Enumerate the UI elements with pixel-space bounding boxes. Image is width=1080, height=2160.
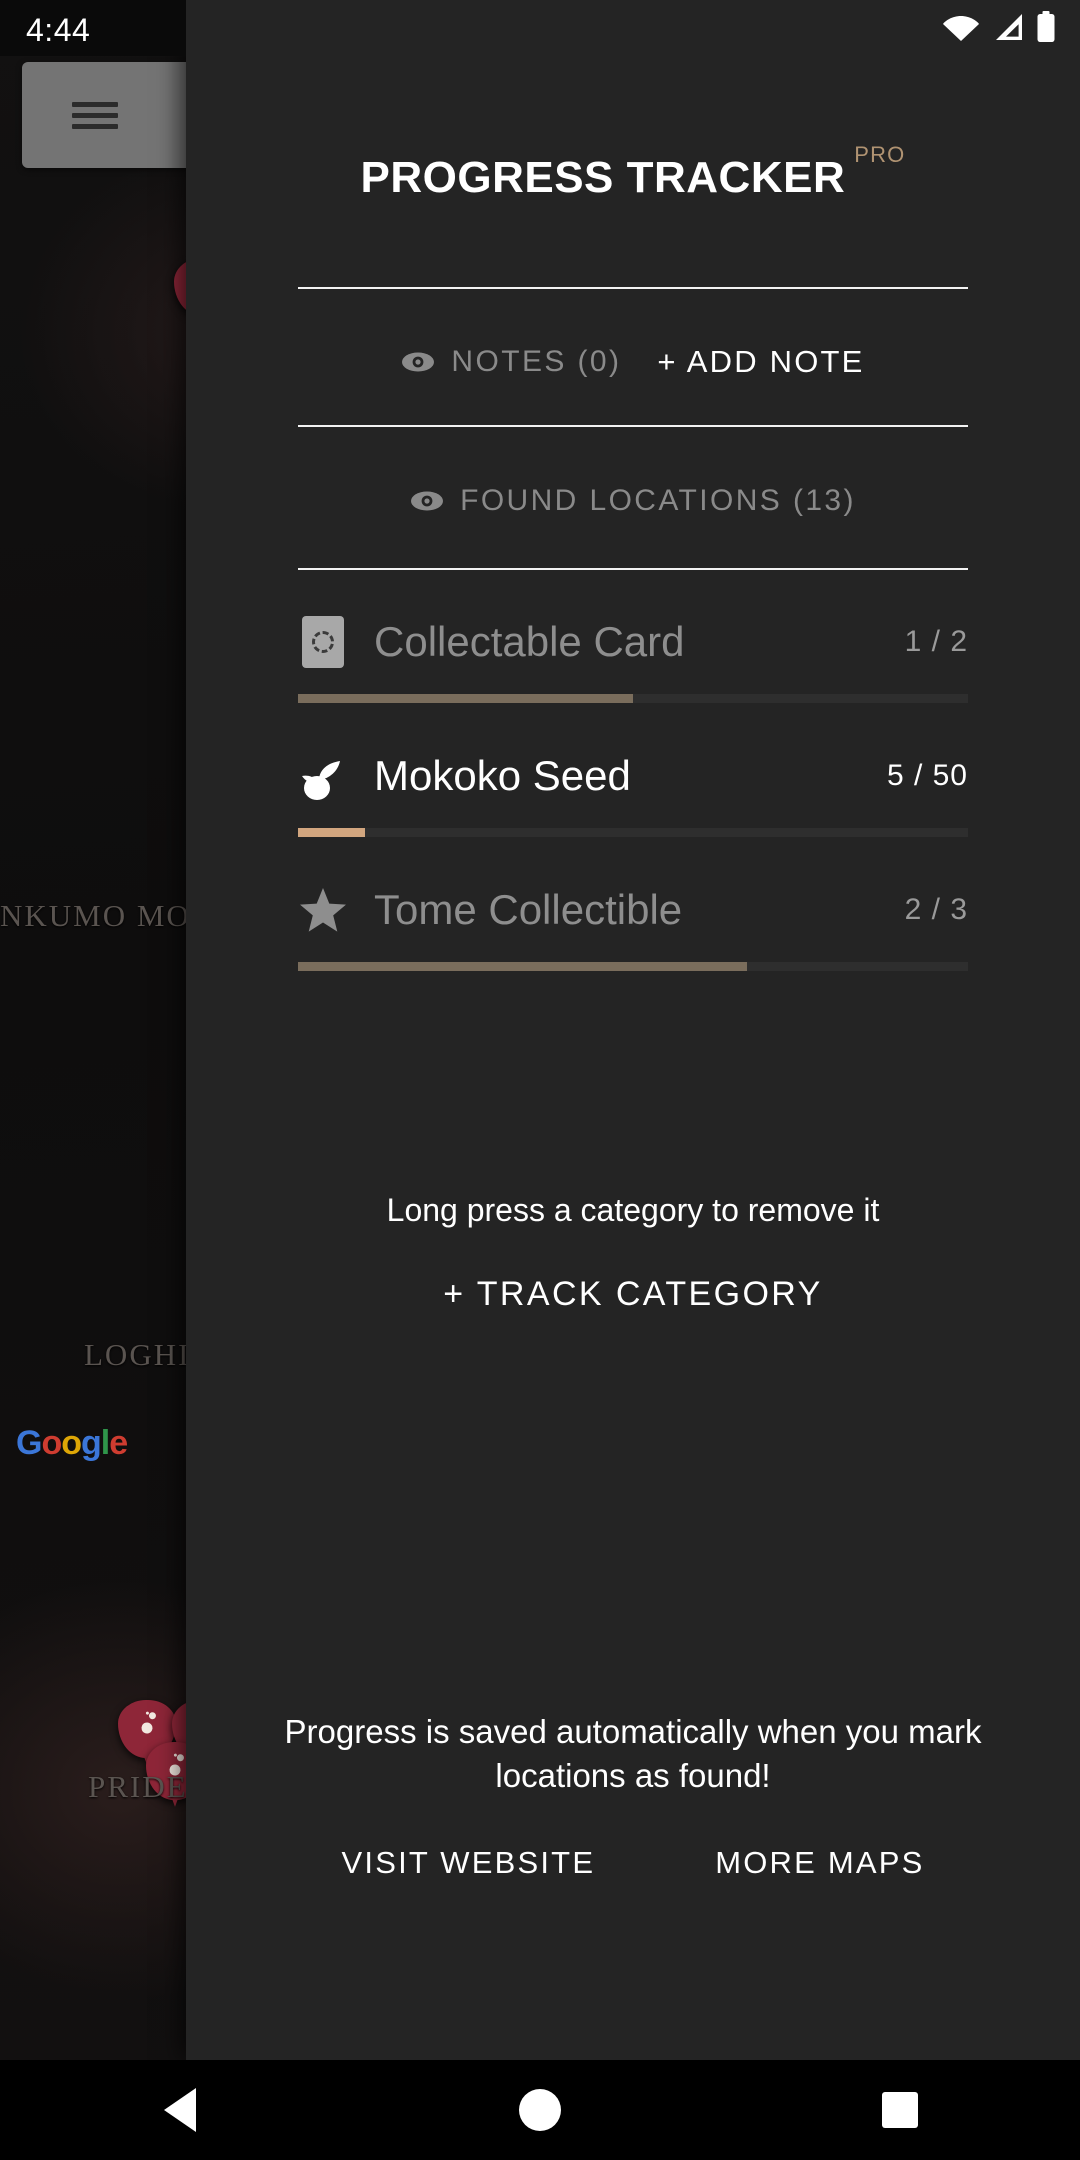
seedling-icon	[302, 761, 340, 800]
list-item[interactable]: Tome Collectible 2 / 3	[186, 858, 1080, 992]
tracked-category-list: Collectable Card 1 / 2 Mokoko Seed 5 / 5…	[186, 590, 1080, 992]
map-label: LOGHI	[84, 1337, 191, 1372]
progress-fill	[298, 828, 365, 837]
category-icon	[298, 616, 348, 668]
long-press-hint: Long press a category to remove it	[386, 1192, 880, 1228]
hamburger-menu-icon	[72, 113, 118, 118]
pro-badge: PRO	[854, 142, 906, 167]
progress-track	[298, 828, 968, 837]
divider	[298, 287, 968, 289]
recents-square-icon	[882, 2092, 918, 2128]
progress-fill	[298, 962, 747, 971]
category-count: 2 / 3	[904, 893, 968, 926]
back-triangle-icon	[164, 2088, 196, 2132]
progress-track	[298, 694, 968, 703]
footer-links: VISIT WEBSITE MORE MAPS	[186, 1845, 1080, 1881]
category-name: Collectable Card	[374, 618, 685, 665]
nav-back-button[interactable]	[120, 2060, 240, 2160]
battery-icon	[1037, 11, 1055, 42]
drawer-header: PROGRESS TRACKER PRO	[186, 142, 1080, 202]
category-icon	[298, 751, 348, 801]
category-count: 5 / 50	[886, 759, 968, 792]
category-count: 1 / 2	[904, 625, 968, 658]
category-name: Mokoko Seed	[374, 752, 631, 799]
divider	[298, 425, 968, 427]
eye-icon	[402, 352, 435, 372]
card-icon	[302, 616, 344, 668]
category-name: Tome Collectible	[374, 886, 683, 933]
eye-icon	[411, 491, 444, 511]
map-label: NKUMO MOU	[0, 898, 216, 933]
status-bar: 4:44	[0, 0, 1080, 56]
page-title: PROGRESS TRACKER	[360, 153, 846, 202]
notes-visibility-toggle[interactable]: NOTES (0)	[401, 345, 621, 379]
star-icon	[300, 888, 346, 932]
list-item[interactable]: Collectable Card 1 / 2	[186, 590, 1080, 724]
wifi-icon	[943, 16, 979, 41]
category-icon	[298, 885, 348, 935]
add-note-button[interactable]: + ADD NOTE	[657, 344, 864, 380]
auto-save-note: Progress is saved automatically when you…	[284, 1713, 982, 1794]
divider	[298, 568, 968, 570]
android-navigation-bar	[0, 2060, 1080, 2160]
cellular-signal-icon	[996, 14, 1022, 40]
phone-screen: NKUMO MOU LOGHI PRIDEH Google PROGRESS T…	[0, 0, 1080, 2160]
hamburger-menu-icon	[72, 102, 118, 107]
progress-fill	[298, 694, 633, 703]
progress-tracker-drawer: PROGRESS TRACKER PRO NOTES (0) + ADD NOT…	[186, 0, 1080, 2060]
progress-track	[298, 962, 968, 971]
nav-home-button[interactable]	[480, 2060, 600, 2160]
track-category-button[interactable]: + TRACK CATEGORY	[186, 1275, 1080, 1314]
nav-recents-button[interactable]	[840, 2060, 960, 2160]
status-clock: 4:44	[26, 12, 91, 48]
google-watermark: Google	[16, 1424, 128, 1462]
notes-label: NOTES (0)	[451, 345, 622, 378]
list-item[interactable]: Mokoko Seed 5 / 50	[186, 724, 1080, 858]
found-locations-label: FOUND LOCATIONS (13)	[460, 484, 856, 517]
hamburger-menu-icon	[72, 124, 118, 129]
notes-row: NOTES (0) + ADD NOTE	[186, 325, 1080, 399]
home-circle-icon	[519, 2089, 561, 2131]
found-locations-toggle[interactable]: FOUND LOCATIONS (13)	[186, 462, 1080, 540]
visit-website-link[interactable]: VISIT WEBSITE	[342, 1845, 596, 1881]
status-icons	[942, 11, 1056, 43]
more-maps-link[interactable]: MORE MAPS	[715, 1845, 924, 1881]
